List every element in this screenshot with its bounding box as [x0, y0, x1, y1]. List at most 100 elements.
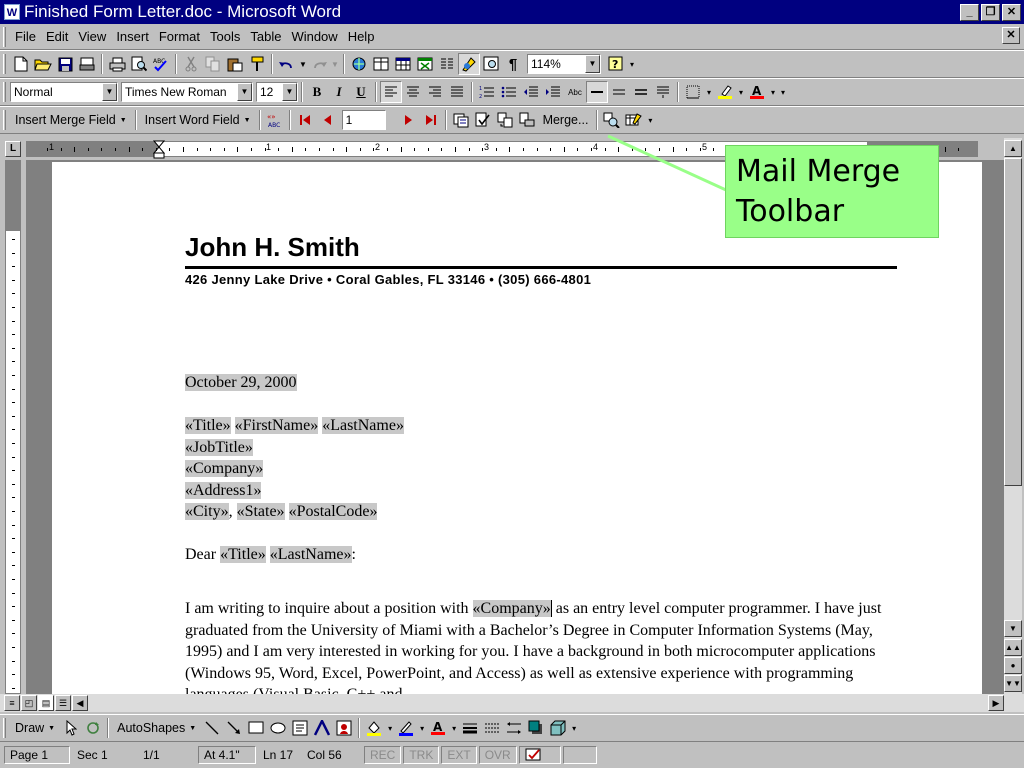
previous-page-icon[interactable]: ▲▲	[1004, 639, 1022, 656]
shadow-icon[interactable]	[525, 717, 547, 739]
highlight-icon[interactable]	[714, 81, 736, 103]
cut-icon[interactable]	[180, 53, 202, 75]
indent-marker-icon[interactable]	[153, 140, 165, 160]
menu-file[interactable]: File	[10, 29, 41, 44]
change-case-icon[interactable]: Abc	[564, 81, 586, 103]
toolbar-grip[interactable]	[3, 110, 6, 130]
borders-dropdown-icon[interactable]: ▾	[704, 81, 714, 103]
insert-table-icon[interactable]	[392, 53, 414, 75]
vertical-scrollbar[interactable]: ▲ ▼ ▲▲ ● ▼▼	[1004, 138, 1022, 694]
last-record-icon[interactable]	[420, 109, 442, 131]
line-color-dropdown-icon[interactable]: ▾	[417, 717, 427, 739]
insert-word-field-button[interactable]: Insert Word Field ▼	[140, 109, 256, 131]
tab-selector[interactable]: L	[5, 141, 21, 157]
document-map-icon[interactable]	[480, 53, 502, 75]
redo-dropdown-icon[interactable]: ▼	[330, 53, 340, 75]
oval-icon[interactable]	[267, 717, 289, 739]
status-trk[interactable]: TRK	[403, 746, 440, 764]
zoom-combo[interactable]: 114% ▼	[527, 54, 601, 74]
spelling-status-icon[interactable]	[518, 746, 561, 764]
print-preview-icon[interactable]	[128, 53, 150, 75]
3d-icon[interactable]	[547, 717, 569, 739]
highlight-dropdown-icon[interactable]: ▾	[736, 81, 746, 103]
edit-data-source-icon[interactable]	[623, 109, 645, 131]
horizontal-scroll-track[interactable]	[88, 695, 987, 711]
double-line-icon[interactable]	[608, 81, 630, 103]
undo-icon[interactable]	[276, 53, 298, 75]
record-number-input[interactable]: 1	[341, 110, 386, 130]
menu-help[interactable]: Help	[343, 29, 380, 44]
horizontal-scrollbar[interactable]: ≡ ◰ ▤ ☰ ◀ ▶	[0, 694, 1024, 712]
text-box-icon[interactable]	[289, 717, 311, 739]
underline-button[interactable]: U	[350, 81, 372, 103]
numbering-icon[interactable]: 12	[476, 81, 498, 103]
justify-icon[interactable]	[446, 81, 468, 103]
font-size-combo[interactable]: 12 ▼	[256, 82, 298, 102]
font-color-icon[interactable]: A	[746, 81, 768, 103]
document-area[interactable]: John H. Smith 426 Jenny Lake Drive • Cor…	[26, 160, 1004, 694]
rectangle-icon[interactable]	[245, 717, 267, 739]
thick-line-icon[interactable]	[630, 81, 652, 103]
view-merged-data-icon[interactable]: «» ABC	[264, 109, 286, 131]
tables-borders-icon[interactable]	[370, 53, 392, 75]
close-button[interactable]: ✕	[1002, 3, 1021, 21]
next-page-icon[interactable]: ▼▼	[1004, 675, 1022, 692]
arrow-icon[interactable]	[223, 717, 245, 739]
style-combo[interactable]: Normal ▼	[10, 82, 118, 102]
select-browse-object-icon[interactable]: ●	[1004, 657, 1022, 674]
scroll-left-icon[interactable]: ◀	[72, 695, 88, 711]
align-right-icon[interactable]	[424, 81, 446, 103]
status-rec[interactable]: REC	[364, 746, 402, 764]
zoom-dropdown-icon[interactable]: ▼	[585, 55, 600, 73]
free-rotate-icon[interactable]	[82, 717, 104, 739]
merge-to-printer-icon[interactable]	[516, 109, 538, 131]
menu-insert[interactable]: Insert	[111, 29, 154, 44]
bold-button[interactable]: B	[306, 81, 328, 103]
line-color-icon[interactable]	[395, 717, 417, 739]
draw-menu-button[interactable]: Draw ▼	[10, 717, 60, 739]
mail-merge-helper-icon[interactable]	[450, 109, 472, 131]
draw-font-color-dropdown-icon[interactable]: ▾	[449, 717, 459, 739]
toolbar-options-icon[interactable]: ▾	[645, 109, 655, 131]
minimize-button[interactable]: _	[960, 3, 979, 21]
scroll-down-icon[interactable]: ▼	[1004, 620, 1022, 637]
email-icon[interactable]	[76, 53, 98, 75]
fill-color-dropdown-icon[interactable]: ▾	[385, 717, 395, 739]
scroll-right-icon[interactable]: ▶	[988, 695, 1004, 711]
toolbar-options-icon[interactable]: ▾	[569, 717, 579, 739]
toolbar-options-icon[interactable]: ▾	[627, 53, 637, 75]
scroll-thumb[interactable]	[1004, 158, 1022, 486]
check-for-errors-icon[interactable]	[472, 109, 494, 131]
font-size-dropdown-icon[interactable]: ▼	[282, 83, 297, 101]
save-icon[interactable]	[54, 53, 76, 75]
print-icon[interactable]	[106, 53, 128, 75]
fill-color-icon[interactable]	[363, 717, 385, 739]
dash-style-icon[interactable]	[481, 717, 503, 739]
increase-indent-icon[interactable]	[542, 81, 564, 103]
redo-icon[interactable]	[308, 53, 330, 75]
line-style-icon[interactable]	[586, 81, 608, 103]
help-icon[interactable]: ?	[605, 53, 627, 75]
outline-view-icon[interactable]: ☰	[55, 695, 71, 711]
open-folder-icon[interactable]	[32, 53, 54, 75]
bullets-icon[interactable]	[498, 81, 520, 103]
line-icon[interactable]	[201, 717, 223, 739]
autoshapes-menu-button[interactable]: AutoShapes ▼	[112, 717, 201, 739]
font-dropdown-icon[interactable]: ▼	[237, 83, 252, 101]
menu-grip[interactable]	[3, 26, 6, 47]
hyperlink-icon[interactable]	[348, 53, 370, 75]
toolbar-options-icon[interactable]: ▾	[778, 81, 788, 103]
paste-icon[interactable]	[224, 53, 246, 75]
paragraph-shading-icon[interactable]	[652, 81, 674, 103]
web-layout-icon[interactable]: ◰	[21, 695, 37, 711]
status-ext[interactable]: EXT	[441, 746, 477, 764]
first-record-icon[interactable]	[294, 109, 316, 131]
copy-icon[interactable]	[202, 53, 224, 75]
clip-art-icon[interactable]	[333, 717, 355, 739]
menu-edit[interactable]: Edit	[41, 29, 73, 44]
menu-view[interactable]: View	[73, 29, 111, 44]
columns-icon[interactable]	[436, 53, 458, 75]
document-page[interactable]: John H. Smith 426 Jenny Lake Drive • Cor…	[52, 162, 982, 694]
vertical-ruler[interactable]	[5, 160, 21, 694]
menu-table[interactable]: Table	[245, 29, 286, 44]
